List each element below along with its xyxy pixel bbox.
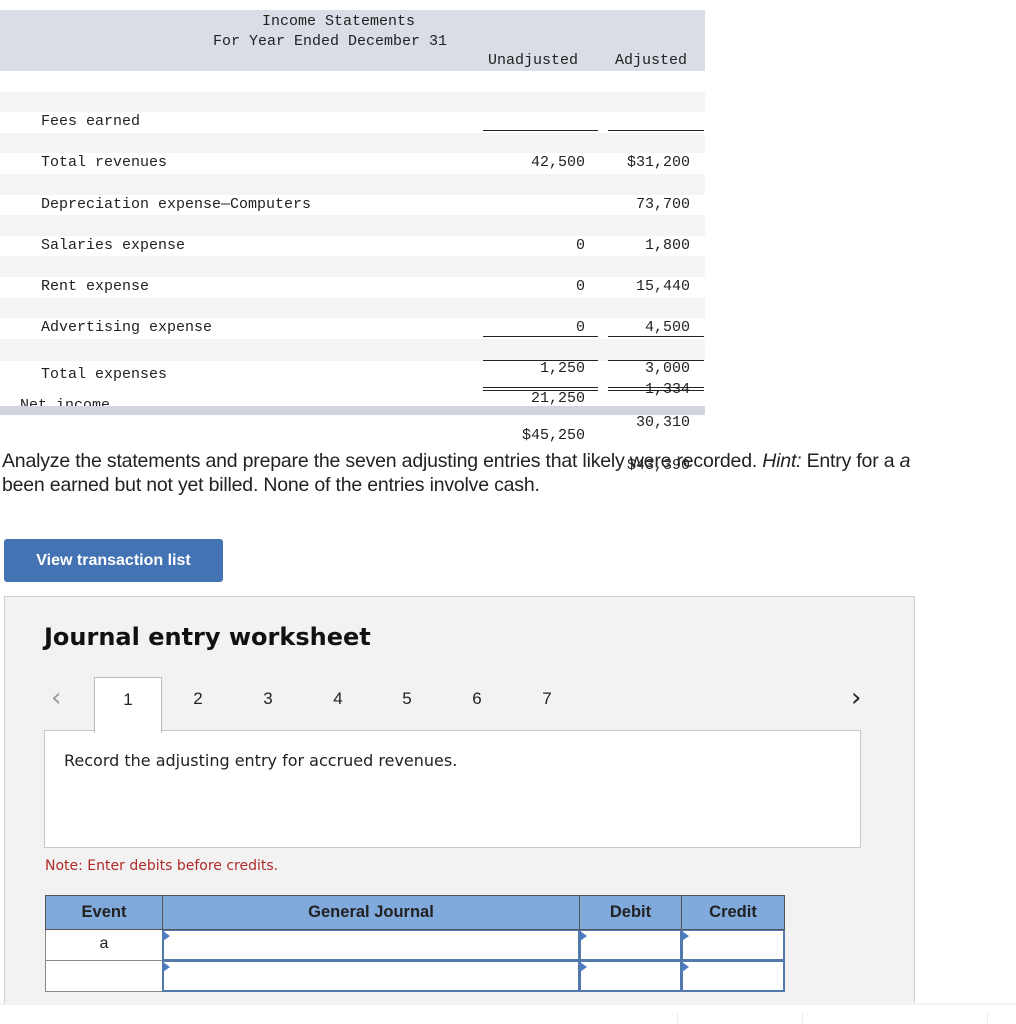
column-header-credit: Credit [681, 895, 785, 930]
event-cell [45, 961, 163, 992]
column-header-unadjusted: Unadjusted [488, 52, 579, 69]
statement-row: Depreciation expense—Computers 0 1,800 [0, 173, 705, 254]
expenses-heading-row: Expenses [0, 153, 705, 192]
credit-input[interactable] [681, 961, 785, 992]
statement-row-total: Total revenues $66,500 73,700 [0, 132, 705, 213]
statement-title: Income Statements [262, 13, 416, 30]
tab-6[interactable]: 6 [443, 677, 511, 732]
statement-subtitle: For Year Ended December 31 [213, 33, 448, 50]
debit-input[interactable] [579, 961, 682, 992]
underline [483, 130, 598, 132]
divider [802, 1013, 803, 1024]
underline [483, 336, 598, 338]
statement-header: Income Statements For Year Ended Decembe… [0, 10, 705, 71]
column-header-event: Event [45, 895, 163, 930]
statement-row: Rent expense 4,500 4,500 [0, 256, 705, 336]
chevron-right-icon[interactable]: › [851, 683, 861, 713]
tab-3[interactable]: 3 [234, 677, 302, 732]
column-header-general-journal: General Journal [162, 895, 580, 930]
divider [987, 1013, 988, 1024]
view-transaction-list-button[interactable]: View transaction list [4, 539, 223, 582]
statement-footer-bar [0, 406, 705, 415]
instructions-line-1: Analyze the statements and prepare the s… [2, 450, 911, 472]
debit-input[interactable] [579, 930, 682, 961]
double-underline [483, 386, 598, 391]
event-cell: a [45, 930, 163, 961]
unadjusted-value: $45,250 [521, 426, 585, 444]
tab-2[interactable]: 2 [164, 677, 232, 732]
statement-row: Depreciation expense—Office furniture 0 … [0, 195, 705, 274]
entry-prompt-box: Record the adjusting entry for accrued r… [44, 730, 861, 848]
statement-row: Office supplies expense 0 576 [0, 277, 705, 357]
statement-row: Advertising expense 3,000 3,000 [0, 297, 705, 377]
statement-row: Utilities expense 1,250 1,334 [0, 318, 705, 398]
column-header-adjusted: Adjusted [615, 52, 688, 69]
double-underline [608, 386, 704, 391]
tab-5[interactable]: 5 [373, 677, 441, 732]
revenues-heading-row: Revenues [0, 71, 705, 110]
statement-row-total: Total expenses 21,250 30,310 [0, 338, 705, 431]
statement-row: Fees earned $24,000 $31,200 [0, 91, 705, 171]
statement-row: Insurance expense 0 1,560 [0, 236, 705, 315]
instructions: Analyze the statements and prepare the s… [2, 449, 1016, 497]
journal-entry-worksheet: Journal entry worksheet ‹ 1 2 3 4 5 6 7 … [4, 596, 915, 1016]
underline [608, 336, 704, 338]
general-journal-input[interactable] [162, 930, 580, 961]
instructions-line-2: been earned but not yet billed. None of … [2, 474, 540, 496]
tab-4[interactable]: 4 [304, 677, 372, 732]
divider [677, 1013, 678, 1024]
statement-row: Commissions earned 42,500 42,500 [0, 112, 705, 192]
net-income-row: Net income $45,250 $43,390 [0, 361, 705, 474]
tab-7[interactable]: 7 [513, 677, 581, 732]
hint-label: Hint: [762, 450, 802, 472]
worksheet-title: Journal entry worksheet [44, 623, 371, 651]
bottom-strip [0, 1003, 1016, 1024]
statement-row: Salaries expense 12,500 15,440 [0, 215, 705, 295]
general-journal-input[interactable] [162, 961, 580, 992]
column-header-debit: Debit [579, 895, 682, 930]
underline [608, 130, 704, 132]
credit-input[interactable] [681, 930, 785, 961]
income-statement: Income Statements For Year Ended Decembe… [0, 10, 705, 474]
tab-1[interactable]: 1 [94, 677, 162, 733]
chevron-left-icon[interactable]: ‹ [51, 683, 61, 713]
note-text: Note: Enter debits before credits. [45, 858, 279, 874]
entry-prompt: Record the adjusting entry for accrued r… [64, 751, 458, 770]
